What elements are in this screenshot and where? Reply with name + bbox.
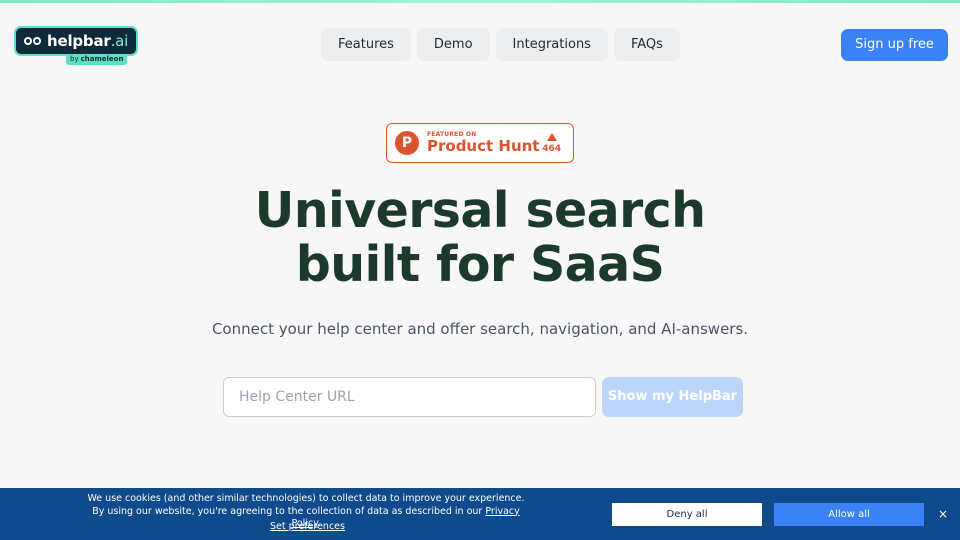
page-subtitle: Connect your help center and offer searc… [211, 320, 749, 338]
close-icon[interactable]: × [937, 507, 949, 521]
title-line-2: built for SaaS [295, 236, 665, 293]
logo-suffix: .ai [110, 32, 129, 50]
sign-up-button[interactable]: Sign up free [841, 29, 948, 61]
deny-all-button[interactable]: Deny all [612, 503, 762, 526]
nav-item-faqs[interactable]: FAQs [613, 28, 680, 61]
binoculars-icon [24, 35, 42, 47]
page-title: Universal search built for SaaS [0, 184, 960, 292]
nav-item-integrations[interactable]: Integrations [495, 28, 608, 61]
product-hunt-label: Product Hunt [427, 137, 540, 155]
allow-all-button[interactable]: Allow all [774, 503, 924, 526]
cookie-text: We use cookies (and other similar techno… [87, 493, 525, 517]
product-hunt-badge[interactable]: P FEATURED ON Product Hunt 464 [386, 123, 574, 163]
set-preferences-link[interactable]: Set preferences [270, 521, 345, 532]
helpbar-logo[interactable]: helpbar.ai [14, 26, 138, 56]
logo-name: helpbar [47, 32, 111, 50]
help-center-url-input[interactable] [223, 377, 596, 417]
product-hunt-icon: P [395, 131, 419, 155]
upvote-count: 464 [542, 132, 561, 154]
nav-item-features[interactable]: Features [321, 28, 411, 61]
top-accent-line [0, 0, 960, 3]
upvote-triangle-icon [546, 132, 557, 141]
main-nav: Features Demo Integrations FAQs [321, 28, 680, 61]
logo-wordmark: helpbar.ai [47, 32, 128, 50]
title-line-1: Universal search [254, 182, 706, 239]
parent-name: chameleon [80, 55, 124, 63]
by-label: by [70, 55, 79, 63]
nav-item-demo[interactable]: Demo [416, 28, 490, 61]
by-chameleon-badge: by chameleon [66, 54, 128, 65]
show-my-helpbar-button[interactable]: Show my HelpBar [602, 377, 743, 417]
vote-count: 464 [542, 143, 561, 154]
